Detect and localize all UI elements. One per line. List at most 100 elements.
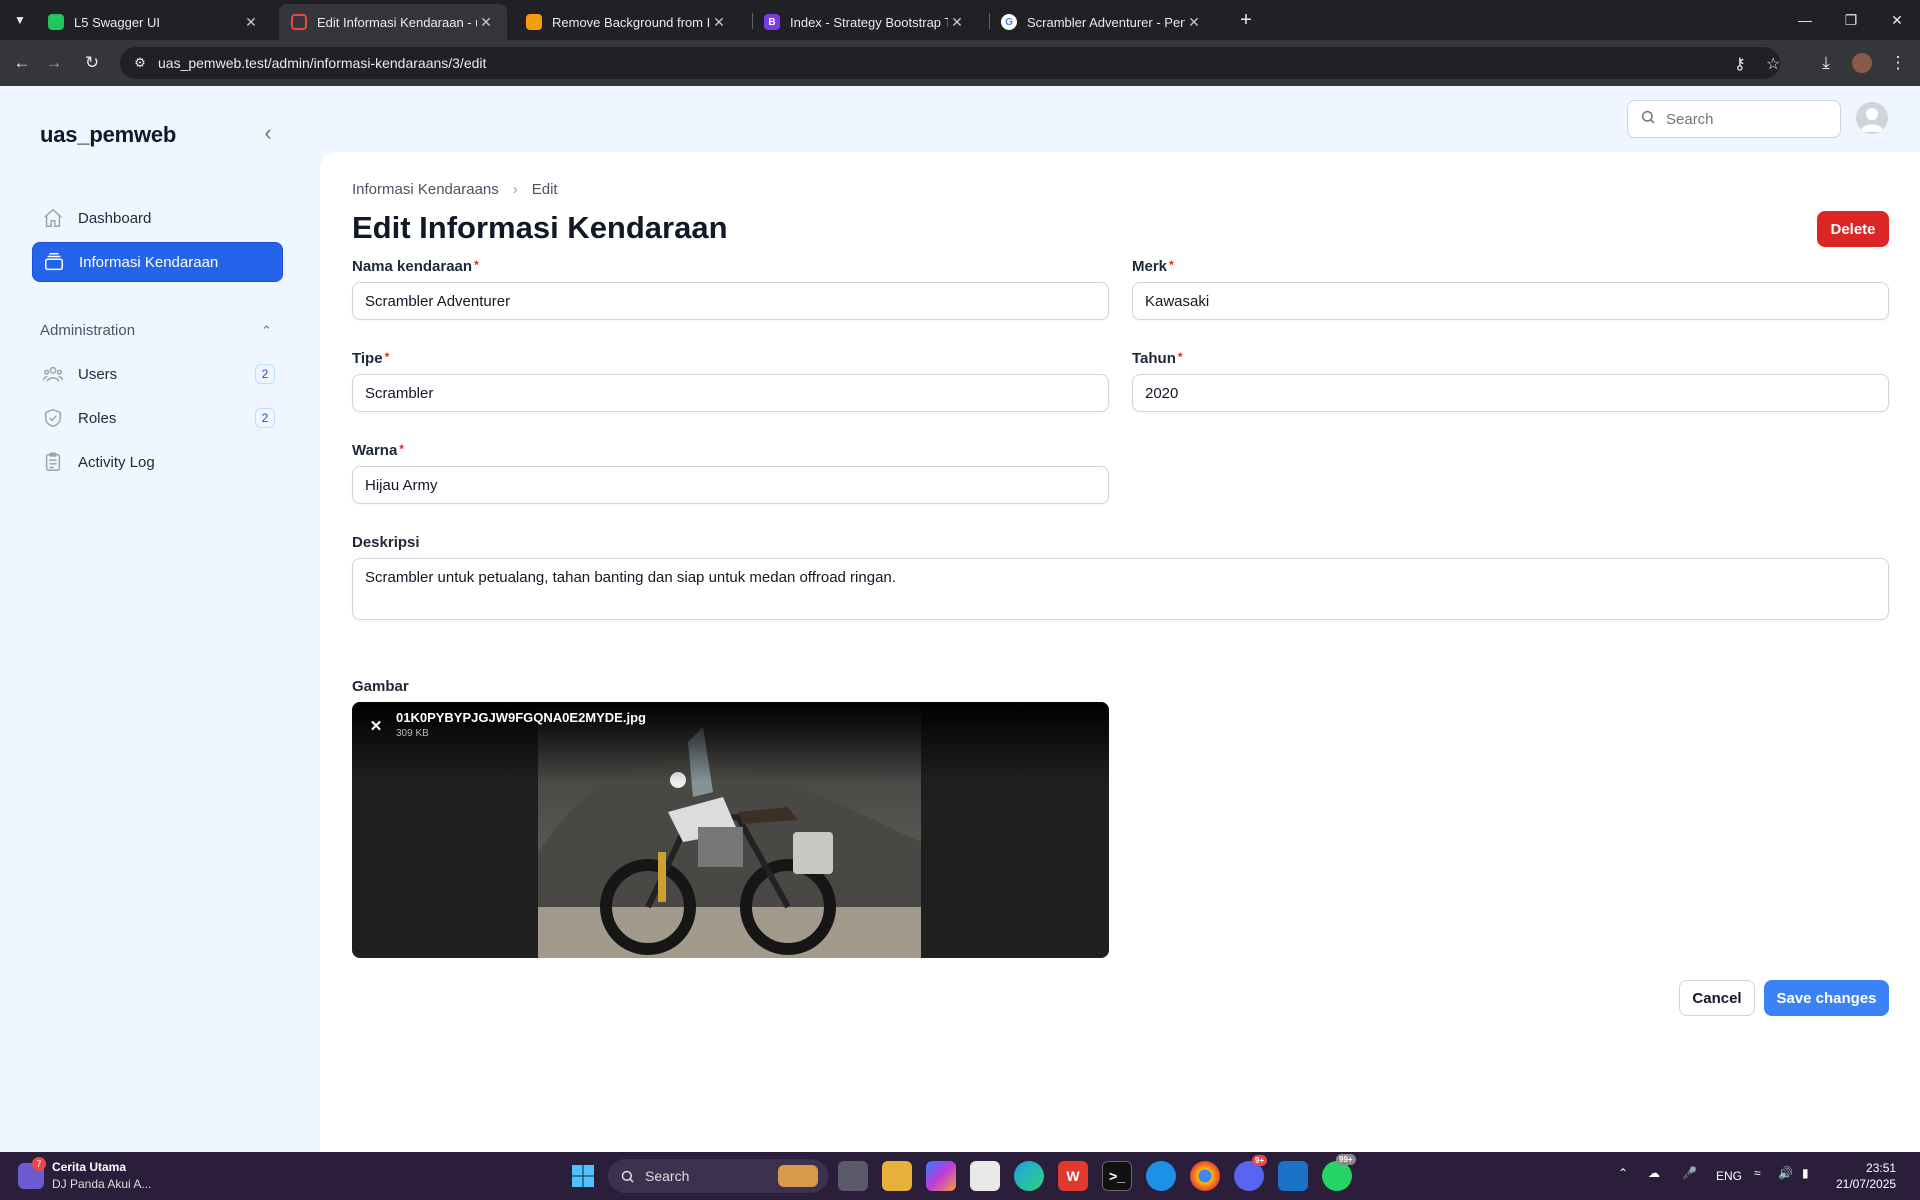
microsoft-store-icon[interactable] — [970, 1161, 1000, 1191]
sidebar-collapse-chevron-icon[interactable]: ‹ — [258, 122, 278, 146]
terminal-icon[interactable]: >_ — [1102, 1161, 1132, 1191]
input-language[interactable]: ENG — [1716, 1169, 1742, 1183]
tab-close-icon[interactable]: ✕ — [1185, 14, 1203, 31]
sidebar-item-users[interactable]: Users 2 — [32, 354, 283, 394]
warna-label: Warna * — [352, 442, 404, 459]
new-tab-button[interactable]: + — [1232, 6, 1260, 34]
app-shell: uas_pemweb ‹ Dashboard Informasi Kendara… — [0, 86, 1920, 1152]
password-key-icon[interactable]: ⚷ — [1734, 54, 1746, 74]
tab-title: Edit Informasi Kendaraan - uas_ — [317, 14, 477, 30]
label-text: Deskripsi — [352, 534, 420, 551]
reload-icon[interactable]: ↻ — [78, 49, 106, 77]
warna-input[interactable] — [352, 466, 1109, 504]
taskbar-search[interactable]: Search — [608, 1159, 828, 1193]
brand-logo[interactable]: uas_pemweb — [40, 122, 176, 148]
shield-check-icon — [42, 407, 64, 429]
tahun-label: Tahun * — [1132, 350, 1183, 367]
browser-menu-icon[interactable]: ⋮ — [1884, 49, 1912, 77]
tab-title: L5 Swagger UI — [74, 14, 160, 30]
windows-start-icon[interactable] — [568, 1161, 598, 1191]
edge-icon[interactable] — [1014, 1161, 1044, 1191]
tab-title: Scrambler Adventurer - Penelus — [1027, 14, 1185, 30]
sidebar-item-informasi-kendaraan[interactable]: Informasi Kendaraan — [32, 242, 283, 282]
vscode-icon[interactable] — [1278, 1161, 1308, 1191]
tab-title: Remove Background from Imag — [552, 14, 710, 30]
sidebar-item-dashboard[interactable]: Dashboard — [32, 198, 283, 238]
sidebar-item-label: Roles — [78, 409, 117, 427]
tab-search-chevron-icon[interactable]: ▼ — [8, 8, 32, 32]
bookmark-star-icon[interactable]: ☆ — [1766, 54, 1780, 74]
gambar-label: Gambar — [352, 678, 409, 695]
sidebar-item-label: Informasi Kendaraan — [79, 253, 219, 271]
site-info-icon[interactable]: ⚙ — [124, 55, 156, 71]
wps-office-icon[interactable]: W — [1058, 1161, 1088, 1191]
restore-icon[interactable]: ❐ — [1828, 0, 1874, 40]
onedrive-cloud-icon[interactable]: ☁ — [1648, 1166, 1660, 1180]
cancel-button[interactable]: Cancel — [1679, 980, 1755, 1016]
browser-tab-edit-kendaraan[interactable]: Edit Informasi Kendaraan - uas_ ✕ — [279, 4, 507, 40]
nama-kendaraan-input[interactable] — [352, 282, 1109, 320]
tipe-input[interactable] — [352, 374, 1109, 412]
news-subtitle: DJ Panda Akui A... — [52, 1177, 152, 1191]
docker-icon[interactable] — [1146, 1161, 1176, 1191]
wifi-icon[interactable]: ≈ — [1754, 1166, 1761, 1180]
forward-arrow-icon[interactable]: → — [40, 49, 68, 77]
chrome-icon[interactable] — [1190, 1161, 1220, 1191]
news-widget-icon: 7 — [18, 1156, 46, 1189]
task-view-icon[interactable] — [838, 1161, 868, 1191]
address-bar[interactable]: ⚙ uas_pemweb.test/admin/informasi-kendar… — [120, 47, 1780, 79]
file-explorer-icon[interactable] — [882, 1161, 912, 1191]
roles-count-badge: 2 — [255, 408, 275, 428]
browser-tab-google[interactable]: G Scrambler Adventurer - Penelus ✕ — [989, 4, 1215, 40]
download-icon[interactable]: ⤓ — [1812, 49, 1840, 77]
bootstrap-favicon-icon: B — [764, 14, 780, 30]
minimize-icon[interactable]: — — [1782, 0, 1828, 40]
swagger-favicon-icon — [48, 14, 64, 30]
whatsapp-badge: 99+ — [1336, 1154, 1356, 1165]
clipboard-list-icon — [42, 451, 64, 473]
users-count-badge: 2 — [255, 364, 275, 384]
browser-tab-bootstrap[interactable]: B Index - Strategy Bootstrap Temp ✕ — [752, 4, 978, 40]
copilot-icon[interactable] — [926, 1161, 956, 1191]
chevron-up-icon[interactable]: ⌃ — [261, 323, 272, 339]
window-close-icon[interactable]: ✕ — [1874, 0, 1920, 40]
global-search[interactable] — [1627, 100, 1841, 138]
battery-icon[interactable]: ▮ — [1802, 1166, 1809, 1180]
tab-close-icon[interactable]: ✕ — [242, 14, 260, 31]
breadcrumb: Informasi Kendaraans › Edit — [352, 181, 558, 198]
main-content: Informasi Kendaraans › Edit Edit Informa… — [320, 152, 1920, 1152]
merk-input[interactable] — [1132, 282, 1889, 320]
breadcrumb-link-informasi-kendaraans[interactable]: Informasi Kendaraans — [352, 181, 499, 198]
search-input[interactable] — [1666, 110, 1816, 128]
image-upload-preview[interactable]: ✕ 01K0PYBYPJGJW9FGQNA0E2MYDE.jpg 309 KB — [352, 702, 1109, 958]
discord-icon[interactable]: 9+ — [1234, 1155, 1268, 1191]
tray-chevron-up-icon[interactable]: ⌃ — [1618, 1166, 1628, 1180]
microphone-icon[interactable]: 🎤 — [1682, 1166, 1697, 1180]
label-text: Merk — [1132, 258, 1168, 275]
label-text: Warna — [352, 442, 398, 459]
tab-close-icon[interactable]: ✕ — [710, 14, 728, 31]
whatsapp-icon[interactable]: 99+ — [1322, 1154, 1356, 1191]
system-clock[interactable]: 23:51 21/07/2025 — [1836, 1160, 1896, 1192]
deskripsi-textarea[interactable]: Scrambler untuk petualang, tahan banting… — [352, 558, 1889, 620]
volume-icon[interactable]: 🔊 — [1778, 1166, 1793, 1180]
sidebar-item-label: Dashboard — [78, 209, 152, 227]
page-title: Edit Informasi Kendaraan — [352, 210, 728, 245]
back-arrow-icon[interactable]: ← — [8, 49, 36, 77]
sidebar-item-activity-log[interactable]: Activity Log — [32, 442, 283, 482]
save-changes-button[interactable]: Save changes — [1764, 980, 1889, 1016]
user-avatar[interactable] — [1856, 102, 1888, 134]
browser-tab-remove-bg[interactable]: Remove Background from Imag ✕ — [514, 4, 740, 40]
delete-button[interactable]: Delete — [1817, 211, 1889, 247]
tahun-input[interactable] — [1132, 374, 1889, 412]
tab-close-icon[interactable]: ✕ — [948, 14, 966, 31]
sidebar-group-administration[interactable]: Administration ⌃ — [40, 322, 272, 339]
sidebar-item-roles[interactable]: Roles 2 — [32, 398, 283, 438]
browser-tab-swagger[interactable]: L5 Swagger UI ✕ — [36, 4, 272, 40]
remove-file-close-icon[interactable]: ✕ — [364, 714, 388, 738]
sidebar-item-label: Activity Log — [78, 453, 155, 471]
removebg-favicon-icon — [526, 14, 542, 30]
profile-avatar-icon[interactable] — [1848, 49, 1876, 77]
news-widget[interactable]: 7 Cerita Utama DJ Panda Akui A... — [18, 1156, 152, 1191]
tab-close-icon[interactable]: ✕ — [477, 14, 495, 31]
